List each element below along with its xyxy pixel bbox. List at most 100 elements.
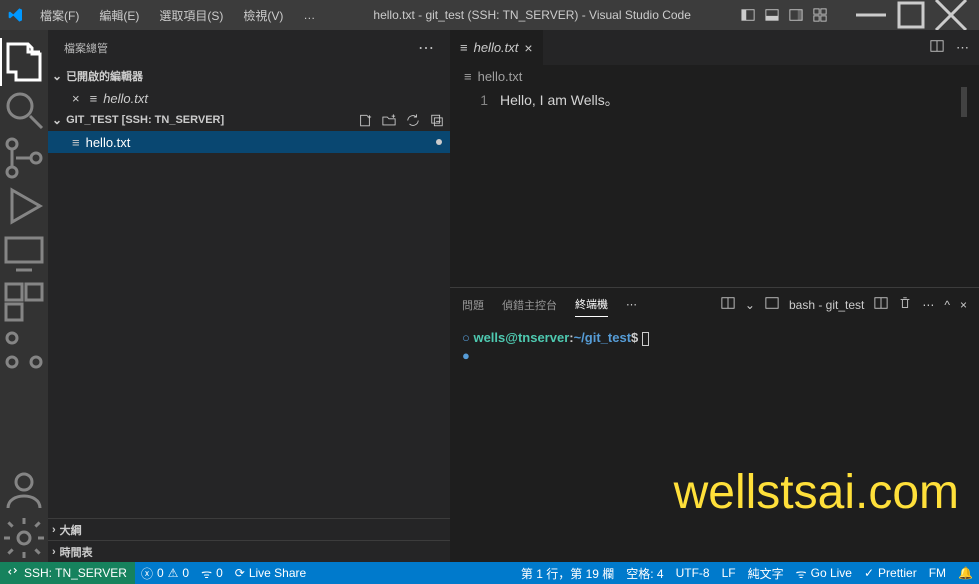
status-ports[interactable]: ᯤ0 <box>195 562 229 584</box>
menu-file[interactable]: 檔案(F) <box>32 3 87 28</box>
overview-ruler[interactable] <box>961 87 967 117</box>
new-file-icon[interactable] <box>356 110 374 131</box>
line-gutter: 1 <box>450 87 500 287</box>
menu-more[interactable]: … <box>295 4 323 26</box>
status-liveshare[interactable]: ⟳Live Share <box>229 562 312 584</box>
kill-terminal-icon[interactable] <box>898 296 912 313</box>
terminal-path: ~/git_test <box>574 330 631 345</box>
explorer-title: 檔案總管 <box>64 40 108 56</box>
status-indent[interactable]: 空格: 4 <box>620 562 669 584</box>
file-icon: ≡ <box>72 135 80 150</box>
editor-content[interactable]: 1 Hello, I am Wells。 <box>450 87 979 287</box>
open-editors-section[interactable]: ⌄ 已開啟的編輯器 <box>48 65 450 87</box>
search-icon[interactable] <box>0 86 48 134</box>
terminal-profile-icon <box>765 296 779 313</box>
activity-bar <box>0 30 48 562</box>
toggle-secondary-sidebar-icon[interactable] <box>789 8 803 22</box>
status-notifications-icon[interactable]: 🔔 <box>952 562 979 584</box>
status-problems[interactable]: ⓧ0 ⚠0 <box>135 562 195 584</box>
remote-explorer-icon[interactable] <box>0 230 48 278</box>
broadcast-icon: ᯤ <box>796 565 807 582</box>
file-tree-item[interactable]: ≡ hello.txt <box>48 131 450 153</box>
tab-more-icon[interactable]: ⋯ <box>956 40 969 56</box>
status-fm[interactable]: FM <box>923 562 952 584</box>
chevron-down-icon: ⌄ <box>52 69 62 83</box>
panel-tab-terminal[interactable]: 終端機 <box>575 292 608 317</box>
status-cursor[interactable]: 第 1 行，第 19 欄 <box>515 562 620 584</box>
gitbranch-icon[interactable] <box>0 326 48 374</box>
toggle-panel-icon[interactable] <box>765 8 779 22</box>
prompt-indicator-icon: ○ <box>462 330 473 345</box>
tree-filename: hello.txt <box>86 135 131 150</box>
menu-view[interactable]: 檢視(V) <box>235 3 291 28</box>
status-encoding[interactable]: UTF-8 <box>670 562 716 584</box>
explorer-icon[interactable] <box>0 38 48 86</box>
window-title: hello.txt - git_test (SSH: TN_SERVER) - … <box>327 8 737 22</box>
code-line: Hello, I am Wells。 <box>500 87 979 287</box>
customize-layout-icon[interactable] <box>813 8 827 22</box>
panel-tab-debug[interactable]: 偵錯主控台 <box>502 293 557 317</box>
watermark-text: wellstsai.com <box>674 484 959 502</box>
terminal-shell-label[interactable]: bash - git_test <box>789 298 864 312</box>
source-control-icon[interactable] <box>0 134 48 182</box>
explorer-more-icon[interactable]: ⋯ <box>418 38 434 58</box>
terminal-cursor <box>642 332 649 346</box>
file-icon: ≡ <box>460 40 468 55</box>
close-editor-icon[interactable]: × <box>72 91 80 106</box>
maximize-button[interactable] <box>891 0 931 30</box>
extensions-icon[interactable] <box>0 278 48 326</box>
split-terminal-icon-2[interactable] <box>874 296 888 313</box>
new-terminal-dropdown[interactable]: ⌄ <box>745 298 755 312</box>
vscode-logo-icon <box>8 7 24 23</box>
outline-label: 大綱 <box>60 522 82 538</box>
status-golive[interactable]: ᯤGo Live <box>790 562 858 584</box>
terminal-user: wells@tnserver <box>473 330 569 345</box>
status-language[interactable]: 純文字 <box>742 562 790 584</box>
breadcrumb[interactable]: ≡ hello.txt <box>450 65 979 87</box>
new-folder-icon[interactable] <box>380 110 398 131</box>
tabs-bar: ≡ hello.txt × ⋯ <box>450 30 979 65</box>
folder-label: GIT_TEST [SSH: TN_SERVER] <box>66 114 224 126</box>
modified-indicator-icon <box>436 139 442 145</box>
panel-more-icon[interactable]: ⋯ <box>922 298 934 312</box>
settings-gear-icon[interactable] <box>0 514 48 562</box>
menu-edit[interactable]: 編輯(E) <box>91 3 147 28</box>
status-eol[interactable]: LF <box>716 562 742 584</box>
open-editor-item[interactable]: × ≡ hello.txt <box>48 87 450 109</box>
toggle-primary-sidebar-icon[interactable] <box>741 8 755 22</box>
timeline-label: 時間表 <box>60 544 93 560</box>
panel-tab-problems[interactable]: 問題 <box>462 293 484 317</box>
radio-icon: ᯤ <box>201 565 212 582</box>
open-editor-filename: hello.txt <box>103 91 148 106</box>
liveshare-icon: ⟳ <box>235 566 245 580</box>
folder-section[interactable]: ⌄ GIT_TEST [SSH: TN_SERVER] <box>48 109 450 131</box>
refresh-icon[interactable] <box>404 110 422 131</box>
title-bar: 檔案(F) 編輯(E) 選取項目(S) 檢視(V) … hello.txt - … <box>0 0 979 30</box>
timeline-section[interactable]: › 時間表 <box>48 540 450 562</box>
terminal-body[interactable]: ○ wells@tnserver:~/git_test$ ● wellstsai… <box>450 321 979 562</box>
tab-close-icon[interactable]: × <box>524 40 532 56</box>
split-terminal-icon[interactable] <box>721 296 735 313</box>
maximize-panel-icon[interactable]: ^ <box>944 298 950 312</box>
split-editor-icon[interactable] <box>930 39 944 56</box>
run-debug-icon[interactable] <box>0 182 48 230</box>
remote-indicator[interactable]: SSH: TN_SERVER <box>0 562 135 584</box>
explorer-sidebar: 檔案總管 ⋯ ⌄ 已開啟的編輯器 × ≡ hello.txt ⌄ GIT_TES… <box>48 30 450 562</box>
accounts-icon[interactable] <box>0 466 48 514</box>
outline-section[interactable]: › 大綱 <box>48 518 450 540</box>
minimize-button[interactable] <box>851 0 891 30</box>
close-panel-icon[interactable]: × <box>960 298 967 312</box>
panel-tabs-more-icon[interactable]: ⋯ <box>626 298 637 311</box>
close-button[interactable] <box>931 0 971 30</box>
bottom-panel: 問題 偵錯主控台 終端機 ⋯ ⌄ bash - git_test ⋯ ^ × <box>450 287 979 562</box>
menu-selection[interactable]: 選取項目(S) <box>151 3 231 28</box>
status-prettier[interactable]: ✓Prettier <box>858 562 923 584</box>
status-bar: SSH: TN_SERVER ⓧ0 ⚠0 ᯤ0 ⟳Live Share 第 1 … <box>0 562 979 584</box>
editor-tab[interactable]: ≡ hello.txt × <box>450 30 544 65</box>
chevron-right-icon: › <box>52 546 56 558</box>
collapse-all-icon[interactable] <box>428 110 446 131</box>
prompt-indicator-icon: ● <box>462 348 470 363</box>
file-icon: ≡ <box>90 91 98 106</box>
chevron-down-icon: ⌄ <box>52 113 62 127</box>
file-icon: ≡ <box>464 69 472 84</box>
